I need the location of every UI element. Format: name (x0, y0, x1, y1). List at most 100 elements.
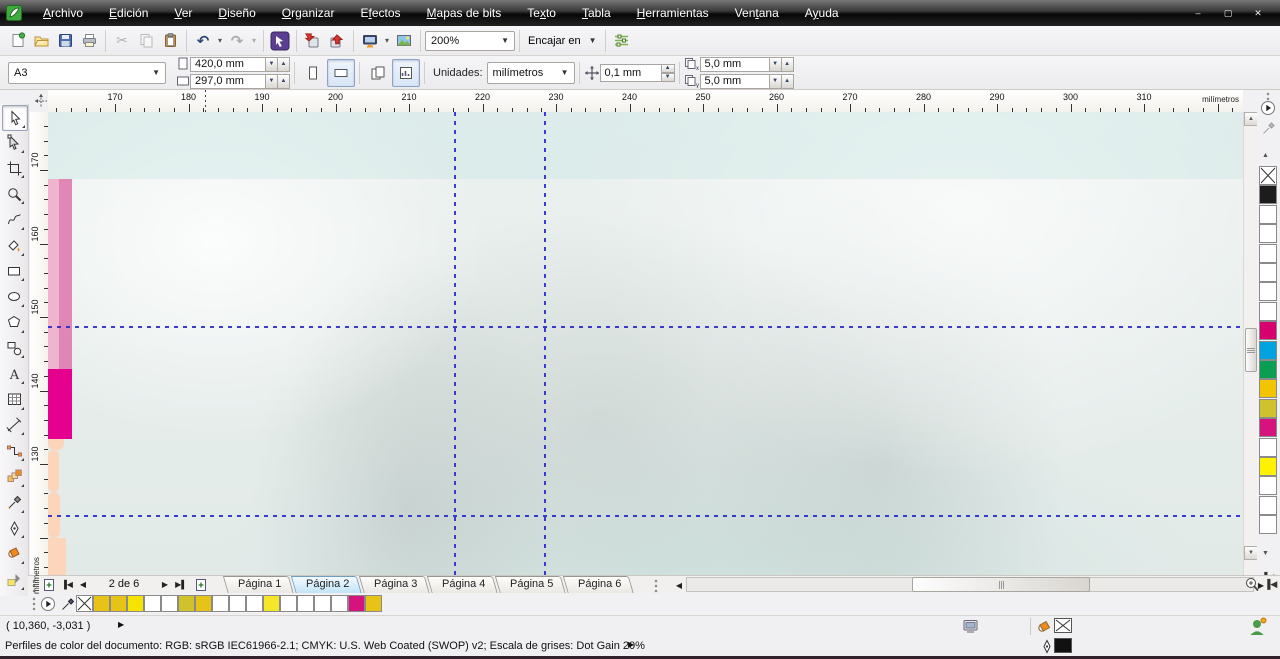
page-width-field[interactable]: 420,0 mm (190, 57, 266, 72)
nudge-field[interactable]: 0,1 mm (600, 64, 662, 82)
menu-tabla[interactable]: Tabla (569, 2, 624, 24)
menu-ver[interactable]: Ver (161, 2, 205, 24)
welcome-screen-button[interactable] (392, 29, 416, 53)
horizontal-guideline[interactable] (48, 326, 1243, 328)
crop-tool[interactable] (2, 156, 26, 180)
color-swatch[interactable] (1259, 302, 1277, 321)
drawing-canvas[interactable] (48, 112, 1243, 575)
maximize-button[interactable]: ▢ (1216, 7, 1240, 19)
full-screen-preview-button[interactable] (358, 29, 382, 53)
rectangle-tool[interactable] (2, 259, 26, 283)
table-tool[interactable] (2, 388, 26, 412)
scrollbar-drag-handle[interactable] (654, 579, 658, 593)
scroll-left-button[interactable]: ◀ (672, 578, 686, 593)
color-swatch[interactable] (127, 595, 144, 612)
color-swatch[interactable] (297, 595, 314, 612)
interactive-fill-tool[interactable] (2, 568, 26, 592)
color-swatch[interactable] (246, 595, 263, 612)
color-swatch[interactable] (1259, 282, 1277, 301)
menu-diseño[interactable]: Diseño (205, 2, 268, 24)
color-swatch[interactable] (1259, 205, 1277, 224)
color-swatch[interactable] (1259, 263, 1277, 282)
color-swatch[interactable] (1259, 515, 1277, 534)
color-swatch[interactable] (1259, 476, 1277, 495)
connector-tool[interactable] (2, 439, 26, 463)
page-height-field[interactable]: 297,0 mm (190, 74, 266, 89)
scroll-down-button[interactable]: ▼ (1244, 546, 1258, 560)
undo-button[interactable]: ↶ (191, 29, 215, 53)
width-spin-up[interactable]: ▲ (278, 57, 290, 72)
width-spin-down[interactable]: ▼ (266, 57, 278, 72)
user-account-icon[interactable] (1248, 616, 1268, 638)
add-page-end-button[interactable] (194, 577, 208, 592)
menu-herramientas[interactable]: Herramientas (624, 2, 722, 24)
all-pages-button[interactable] (364, 59, 392, 87)
blend-tool[interactable] (2, 465, 26, 489)
dupx-spin-down[interactable]: ▼ (770, 57, 782, 72)
new-button[interactable] (5, 29, 29, 53)
color-swatch[interactable] (1259, 185, 1277, 204)
pink-garment[interactable] (48, 179, 72, 369)
pink-garment-hem[interactable] (48, 369, 72, 439)
horizontal-ruler[interactable]: milímetros 17018019020021022023024025026… (48, 90, 1243, 113)
shape-tool[interactable] (2, 131, 26, 155)
save-button[interactable] (53, 29, 77, 53)
nudge-spin-down[interactable]: ▼ (662, 73, 675, 82)
ellipse-tool[interactable] (2, 285, 26, 309)
close-button[interactable]: ✕ (1246, 7, 1270, 19)
fill-tool[interactable] (2, 542, 26, 566)
docpalette-eyedropper-icon[interactable] (60, 596, 75, 612)
color-swatch[interactable] (1259, 321, 1277, 340)
options-button[interactable] (610, 29, 634, 53)
zoom-tool[interactable] (2, 182, 26, 206)
color-swatch[interactable] (1259, 457, 1277, 476)
menu-ventana[interactable]: Ventana (722, 2, 792, 24)
color-swatch[interactable] (229, 595, 246, 612)
palette-flyout-button[interactable] (1260, 100, 1276, 116)
dupy-spin-up[interactable]: ▲ (782, 74, 794, 89)
color-swatch[interactable] (1259, 341, 1277, 360)
color-swatch[interactable] (144, 595, 161, 612)
previous-page-button[interactable]: ◀ (76, 577, 90, 592)
duplicate-x-field[interactable]: 5,0 mm (700, 57, 770, 72)
last-page-button[interactable]: ▶▌ (174, 577, 188, 592)
docpalette-flyout-button[interactable] (40, 596, 56, 612)
basic-shapes-tool[interactable] (2, 336, 26, 360)
first-page-button[interactable]: ▐◀ (60, 577, 74, 592)
color-swatch[interactable] (178, 595, 195, 612)
units-select[interactable]: milímetros▼ (487, 62, 575, 84)
color-swatch[interactable] (263, 595, 280, 612)
color-swatch[interactable] (1259, 379, 1277, 398)
horizontal-scrollbar[interactable]: ◀ ▶ (672, 577, 1268, 593)
text-tool[interactable]: A (2, 362, 26, 386)
color-swatch[interactable] (110, 595, 127, 612)
palette-scroll-down[interactable]: ▼ (1262, 550, 1269, 557)
color-swatch[interactable] (1259, 496, 1277, 515)
vertical-scroll-thumb[interactable] (1245, 328, 1257, 372)
dupy-spin-down[interactable]: ▼ (770, 74, 782, 89)
nudge-spin-up[interactable]: ▲ (662, 64, 675, 73)
cut-button[interactable]: ✂ (110, 29, 134, 53)
no-color-swatch[interactable] (1259, 166, 1277, 185)
color-swatch[interactable] (1259, 244, 1277, 263)
color-swatch[interactable] (1259, 438, 1277, 457)
application-launcher-button[interactable] (268, 29, 292, 53)
pick-tool[interactable] (2, 105, 28, 131)
palette-expand-bottom-button[interactable]: ▐◀ (1264, 579, 1277, 590)
color-swatch[interactable] (1259, 418, 1277, 437)
paste-button[interactable] (158, 29, 182, 53)
color-swatch[interactable] (1259, 399, 1277, 418)
color-eyedropper-tool[interactable] (2, 491, 26, 515)
menu-organizar[interactable]: Organizar (269, 2, 348, 24)
landscape-button[interactable] (327, 59, 355, 87)
outline-pen-tool[interactable] (2, 516, 26, 540)
scroll-up-button[interactable]: ▲ (1244, 112, 1258, 126)
portrait-button[interactable] (299, 59, 327, 87)
current-page-button[interactable] (392, 59, 420, 87)
minimize-button[interactable]: – (1186, 7, 1210, 19)
export-button[interactable] (325, 29, 349, 53)
fit-zoom-combobox[interactable]: Encajar en ▼ (524, 35, 601, 47)
outline-color-swatch[interactable] (1054, 638, 1072, 653)
polygon-tool[interactable] (2, 311, 26, 335)
menu-edición[interactable]: Edición (96, 2, 161, 24)
